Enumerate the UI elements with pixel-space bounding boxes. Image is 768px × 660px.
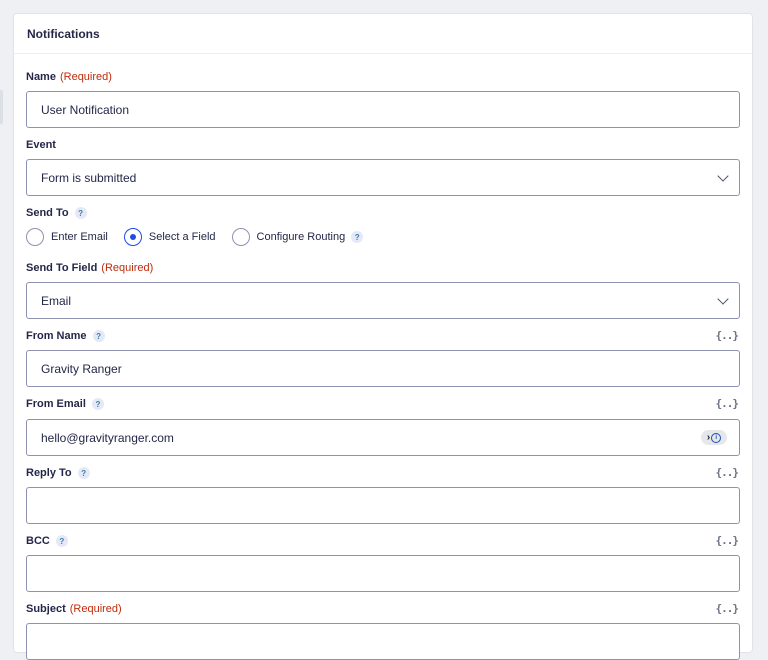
- required-marker: (Required): [101, 262, 154, 274]
- subject-label: Subject: [26, 603, 66, 615]
- merge-tag-icon[interactable]: {..}: [716, 329, 739, 342]
- merge-tag-icon[interactable]: {..}: [716, 602, 739, 615]
- help-icon[interactable]: ?: [91, 398, 104, 410]
- bcc-input[interactable]: [26, 555, 740, 592]
- merge-tag-icon[interactable]: {..}: [716, 534, 739, 547]
- send-to-label: Send To: [26, 207, 69, 219]
- from-email-field-group: From Email ? {..} hello@gravityranger.co…: [26, 396, 740, 456]
- notifications-panel: Notifications Name (Required) User Notif…: [13, 13, 753, 660]
- help-icon[interactable]: ?: [92, 330, 105, 342]
- help-icon[interactable]: ?: [74, 207, 87, 219]
- subject-field-group: Subject (Required) {..}: [26, 601, 740, 660]
- from-name-value: Gravity Ranger: [41, 361, 122, 376]
- send-to-field-value: Email: [41, 293, 72, 308]
- radio-button[interactable]: [26, 228, 44, 246]
- from-name-label: From Name: [26, 330, 87, 342]
- radio-button-checked[interactable]: [123, 228, 142, 246]
- from-email-input[interactable]: hello@gravityranger.com › i: [26, 419, 740, 456]
- radio-label: Enter Email: [51, 231, 108, 243]
- name-value: User Notification: [41, 102, 130, 117]
- chevron-down-icon: [717, 293, 729, 305]
- from-email-label: From Email: [26, 398, 86, 410]
- reply-to-field-group: Reply To ? {..}: [26, 465, 740, 524]
- radio-configure-routing[interactable]: Configure Routing ?: [231, 228, 364, 246]
- help-icon[interactable]: ?: [77, 467, 90, 479]
- bcc-field-group: BCC ? {..}: [26, 533, 740, 592]
- reply-to-label: Reply To: [26, 467, 72, 479]
- from-name-field-group: From Name ? {..} Gravity Ranger: [26, 328, 740, 387]
- subject-input[interactable]: [26, 623, 740, 660]
- name-label: Name: [26, 71, 56, 83]
- merge-tag-icon[interactable]: {..}: [716, 466, 739, 479]
- panel-title: Notifications: [14, 14, 752, 54]
- send-to-field-label: Send To Field: [26, 262, 98, 274]
- required-marker: (Required): [59, 71, 112, 83]
- radio-label: Select a Field: [148, 231, 216, 243]
- event-select[interactable]: Form is submitted: [26, 159, 740, 196]
- chevron-down-icon: [717, 170, 729, 182]
- event-label: Event: [26, 139, 56, 151]
- reply-to-input[interactable]: [26, 487, 740, 524]
- name-field-group: Name (Required) User Notification: [26, 69, 740, 128]
- event-field-group: Event Form is submitted: [26, 137, 740, 196]
- radio-label: Configure Routing: [256, 231, 346, 243]
- password-manager-icon[interactable]: › i: [701, 430, 727, 445]
- send-to-field-select[interactable]: Email: [26, 282, 740, 319]
- send-to-field-group: Send To ? Enter Email Select a Field Con…: [26, 205, 740, 246]
- send-to-radio-group: Enter Email Select a Field Configure Rou…: [26, 228, 740, 246]
- radio-select-a-field[interactable]: Select a Field: [123, 228, 216, 246]
- event-value: Form is submitted: [41, 170, 137, 185]
- merge-tag-icon[interactable]: {..}: [716, 397, 739, 410]
- help-icon[interactable]: ?: [351, 231, 364, 243]
- radio-enter-email[interactable]: Enter Email: [26, 228, 108, 246]
- from-name-input[interactable]: Gravity Ranger: [26, 350, 740, 387]
- name-input[interactable]: User Notification: [26, 91, 740, 128]
- bcc-label: BCC: [26, 535, 50, 547]
- from-email-value: hello@gravityranger.com: [41, 430, 174, 445]
- send-to-field-group: Send To Field (Required) Email: [26, 260, 740, 319]
- sidebar-edge: [0, 90, 3, 124]
- radio-button[interactable]: [231, 228, 250, 246]
- help-icon[interactable]: ?: [55, 535, 68, 547]
- required-marker: (Required): [69, 603, 122, 615]
